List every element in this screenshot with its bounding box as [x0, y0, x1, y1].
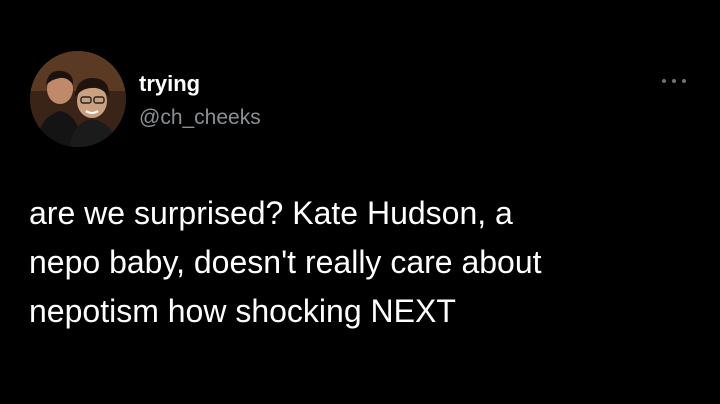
- avatar[interactable]: [30, 51, 126, 147]
- more-dot: [682, 79, 686, 83]
- tweet-card: trying @ch_cheeks are we surprised? Kate…: [0, 0, 720, 404]
- display-name[interactable]: trying: [139, 71, 200, 97]
- user-handle[interactable]: @ch_cheeks: [139, 105, 261, 131]
- more-dot: [662, 79, 666, 83]
- profile-photo-icon: [30, 51, 126, 147]
- more-dot: [672, 79, 676, 83]
- tweet-text: are we surprised? Kate Hudson, a nepo ba…: [29, 195, 542, 329]
- more-options-icon[interactable]: [662, 76, 686, 86]
